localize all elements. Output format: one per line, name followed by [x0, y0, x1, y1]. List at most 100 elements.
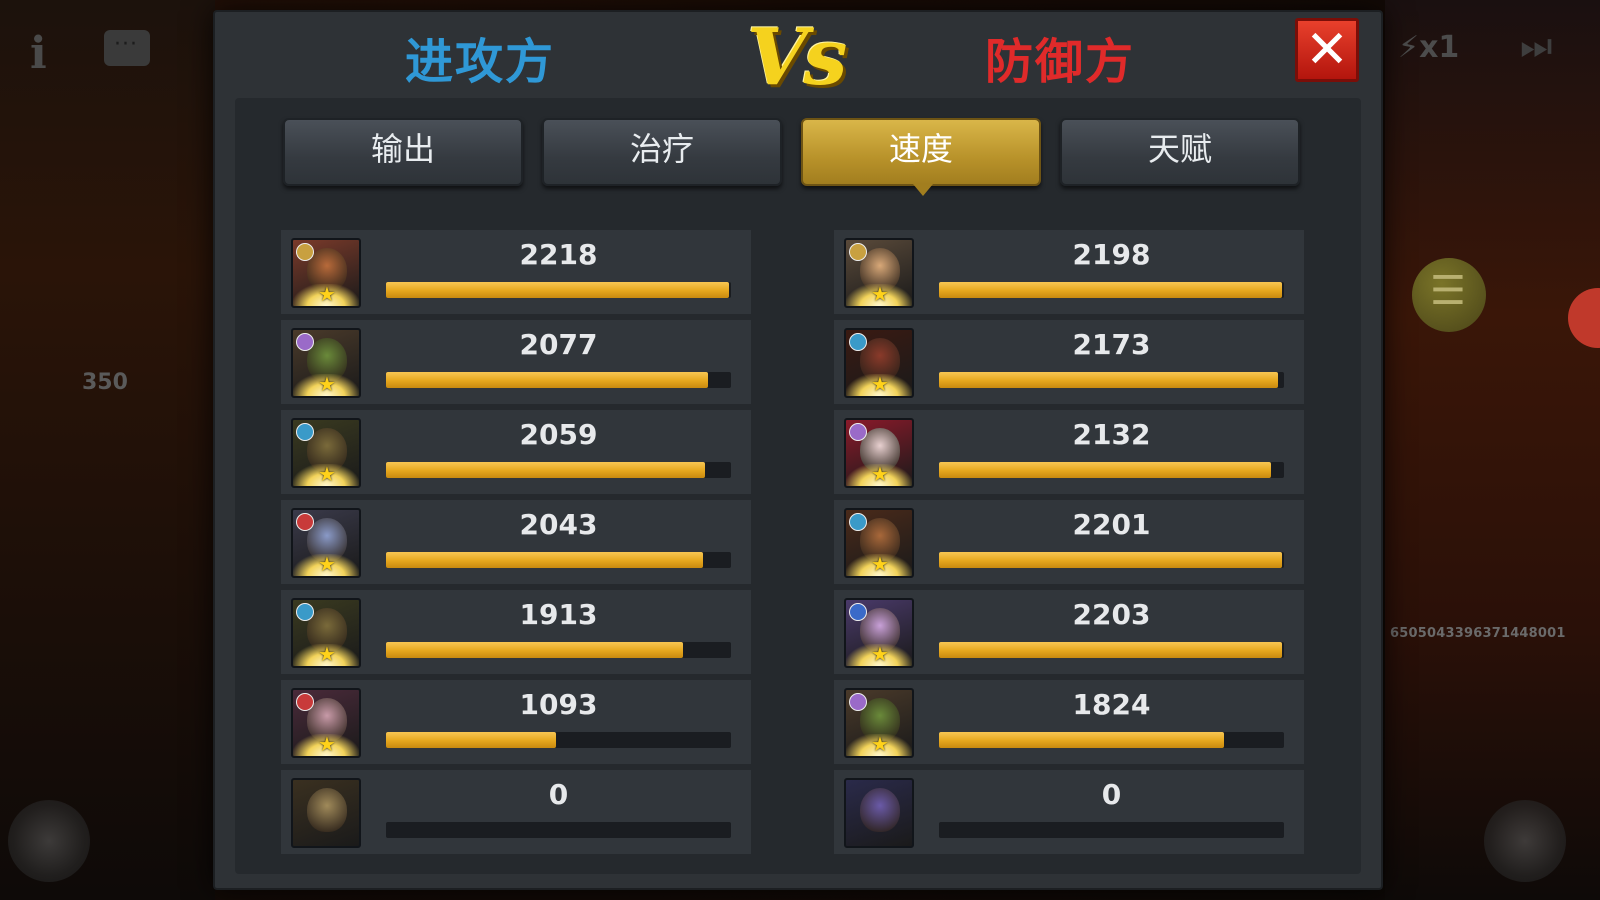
faction-badge-icon [849, 603, 867, 621]
hero-face [860, 788, 900, 832]
star-icon: ★ [871, 732, 889, 756]
defender-row: 0 [834, 770, 1304, 854]
speed-bar-track [386, 282, 731, 298]
hero-portrait[interactable]: ★ [844, 598, 914, 668]
hero-portrait[interactable] [844, 778, 914, 848]
hero-portrait[interactable]: ★ [291, 598, 361, 668]
speed-bar-track [386, 732, 731, 748]
speed-bar-track [939, 552, 1284, 568]
hud-number: 350 [82, 370, 128, 395]
chat-icon[interactable] [104, 30, 150, 66]
speed-bar-track [939, 732, 1284, 748]
info-icon[interactable]: i [30, 28, 47, 79]
attacker-row: 0 [281, 770, 751, 854]
speed-value: 2201 [1072, 508, 1151, 541]
defender-row: ★ 2173 [834, 320, 1304, 404]
hero-portrait[interactable]: ★ [844, 418, 914, 488]
hero-portrait[interactable]: ★ [844, 328, 914, 398]
star-icon: ★ [871, 282, 889, 306]
battle-stats-dialog: 进攻方 Vs 防御方 ✕ 输出 治疗 速度 天赋 ★ 2218 ★ 2077 ★ 2059… [213, 10, 1383, 890]
speed-value: 2043 [519, 508, 598, 541]
hero-portrait[interactable]: ★ [291, 328, 361, 398]
hero-face [307, 788, 347, 832]
hero-portrait[interactable]: ★ [844, 688, 914, 758]
speed-bar-fill [386, 552, 703, 568]
star-icon: ★ [318, 372, 336, 396]
speed-bar-track [939, 462, 1284, 478]
hero-portrait[interactable]: ★ [844, 508, 914, 578]
dialog-content: 输出 治疗 速度 天赋 ★ 2218 ★ 2077 ★ 2059 ★ 2043 ★ 1913 ★ 10… [235, 98, 1361, 874]
hero-portrait[interactable]: ★ [844, 238, 914, 308]
hero-portrait[interactable]: ★ [291, 418, 361, 488]
hero-portrait[interactable] [291, 778, 361, 848]
tab-talent[interactable]: 天赋 [1060, 118, 1300, 186]
star-icon: ★ [318, 732, 336, 756]
swirl-icon-right[interactable] [1484, 800, 1566, 882]
faction-badge-icon [296, 513, 314, 531]
dialog-header: 进攻方 Vs 防御方 ✕ [215, 12, 1381, 103]
speed-bar-fill [939, 552, 1282, 568]
speed-bar-fill [386, 732, 556, 748]
battle-id: 6505043396371448001 [1390, 626, 1566, 641]
speed-value: 2059 [519, 418, 598, 451]
star-icon: ★ [318, 552, 336, 576]
speed-bar-track [939, 282, 1284, 298]
defender-row: ★ 2132 [834, 410, 1304, 494]
speed-label: x1 [1419, 30, 1460, 65]
attacker-row: ★ 2218 [281, 230, 751, 314]
speed-value: 2132 [1072, 418, 1151, 451]
tab-speed[interactable]: 速度 [801, 118, 1041, 196]
faction-badge-icon [849, 423, 867, 441]
speed-bar-fill [386, 462, 705, 478]
faction-badge-icon [296, 243, 314, 261]
star-icon: ★ [318, 462, 336, 486]
speed-value: 2198 [1072, 238, 1151, 271]
attacker-row: ★ 2043 [281, 500, 751, 584]
speed-bar-fill [939, 732, 1224, 748]
hero-portrait[interactable]: ★ [291, 238, 361, 308]
speed-bar-track [386, 642, 731, 658]
speed-toggle[interactable]: ⚡x1 [1398, 30, 1459, 65]
speed-bar-fill [939, 282, 1282, 298]
attacker-row: ★ 1913 [281, 590, 751, 674]
star-icon: ★ [318, 282, 336, 306]
defender-title: 防御方 [985, 34, 1136, 90]
speed-value: 1824 [1072, 688, 1151, 721]
hero-portrait[interactable]: ★ [291, 508, 361, 578]
tab-healing[interactable]: 治疗 [542, 118, 782, 186]
speed-bar-track [386, 822, 731, 838]
faction-badge-icon [296, 333, 314, 351]
faction-badge-icon [849, 693, 867, 711]
speed-bar-track [386, 552, 731, 568]
star-icon: ★ [871, 372, 889, 396]
hero-portrait[interactable]: ★ [291, 688, 361, 758]
speed-value: 1093 [519, 688, 598, 721]
speed-value: 2077 [519, 328, 598, 361]
speed-value: 0 [1101, 778, 1122, 811]
faction-badge-icon [849, 513, 867, 531]
close-button[interactable]: ✕ [1295, 18, 1359, 82]
defender-row: ★ 2203 [834, 590, 1304, 674]
swirl-icon-left[interactable] [8, 800, 90, 882]
vs-logo: Vs [747, 12, 847, 103]
defender-row: ★ 2198 [834, 230, 1304, 314]
background-left [0, 0, 215, 900]
tab-output[interactable]: 输出 [283, 118, 523, 186]
speed-bar-fill [939, 462, 1271, 478]
stat-tabs: 输出 治疗 速度 天赋 [283, 118, 1313, 196]
attacker-title: 进攻方 [405, 34, 556, 90]
speed-bar-fill [939, 372, 1278, 388]
star-icon: ★ [318, 642, 336, 666]
speed-value: 1913 [519, 598, 598, 631]
faction-badge-icon [296, 693, 314, 711]
speed-value: 2218 [519, 238, 598, 271]
speed-bar-fill [939, 642, 1282, 658]
star-icon: ★ [871, 462, 889, 486]
menu-icon[interactable] [1412, 258, 1486, 332]
skip-icon[interactable]: ⏭ [1520, 26, 1552, 68]
speed-bar-track [386, 462, 731, 478]
speed-bar-track [386, 372, 731, 388]
faction-badge-icon [849, 333, 867, 351]
attacker-row: ★ 1093 [281, 680, 751, 764]
speed-bar-track [939, 822, 1284, 838]
